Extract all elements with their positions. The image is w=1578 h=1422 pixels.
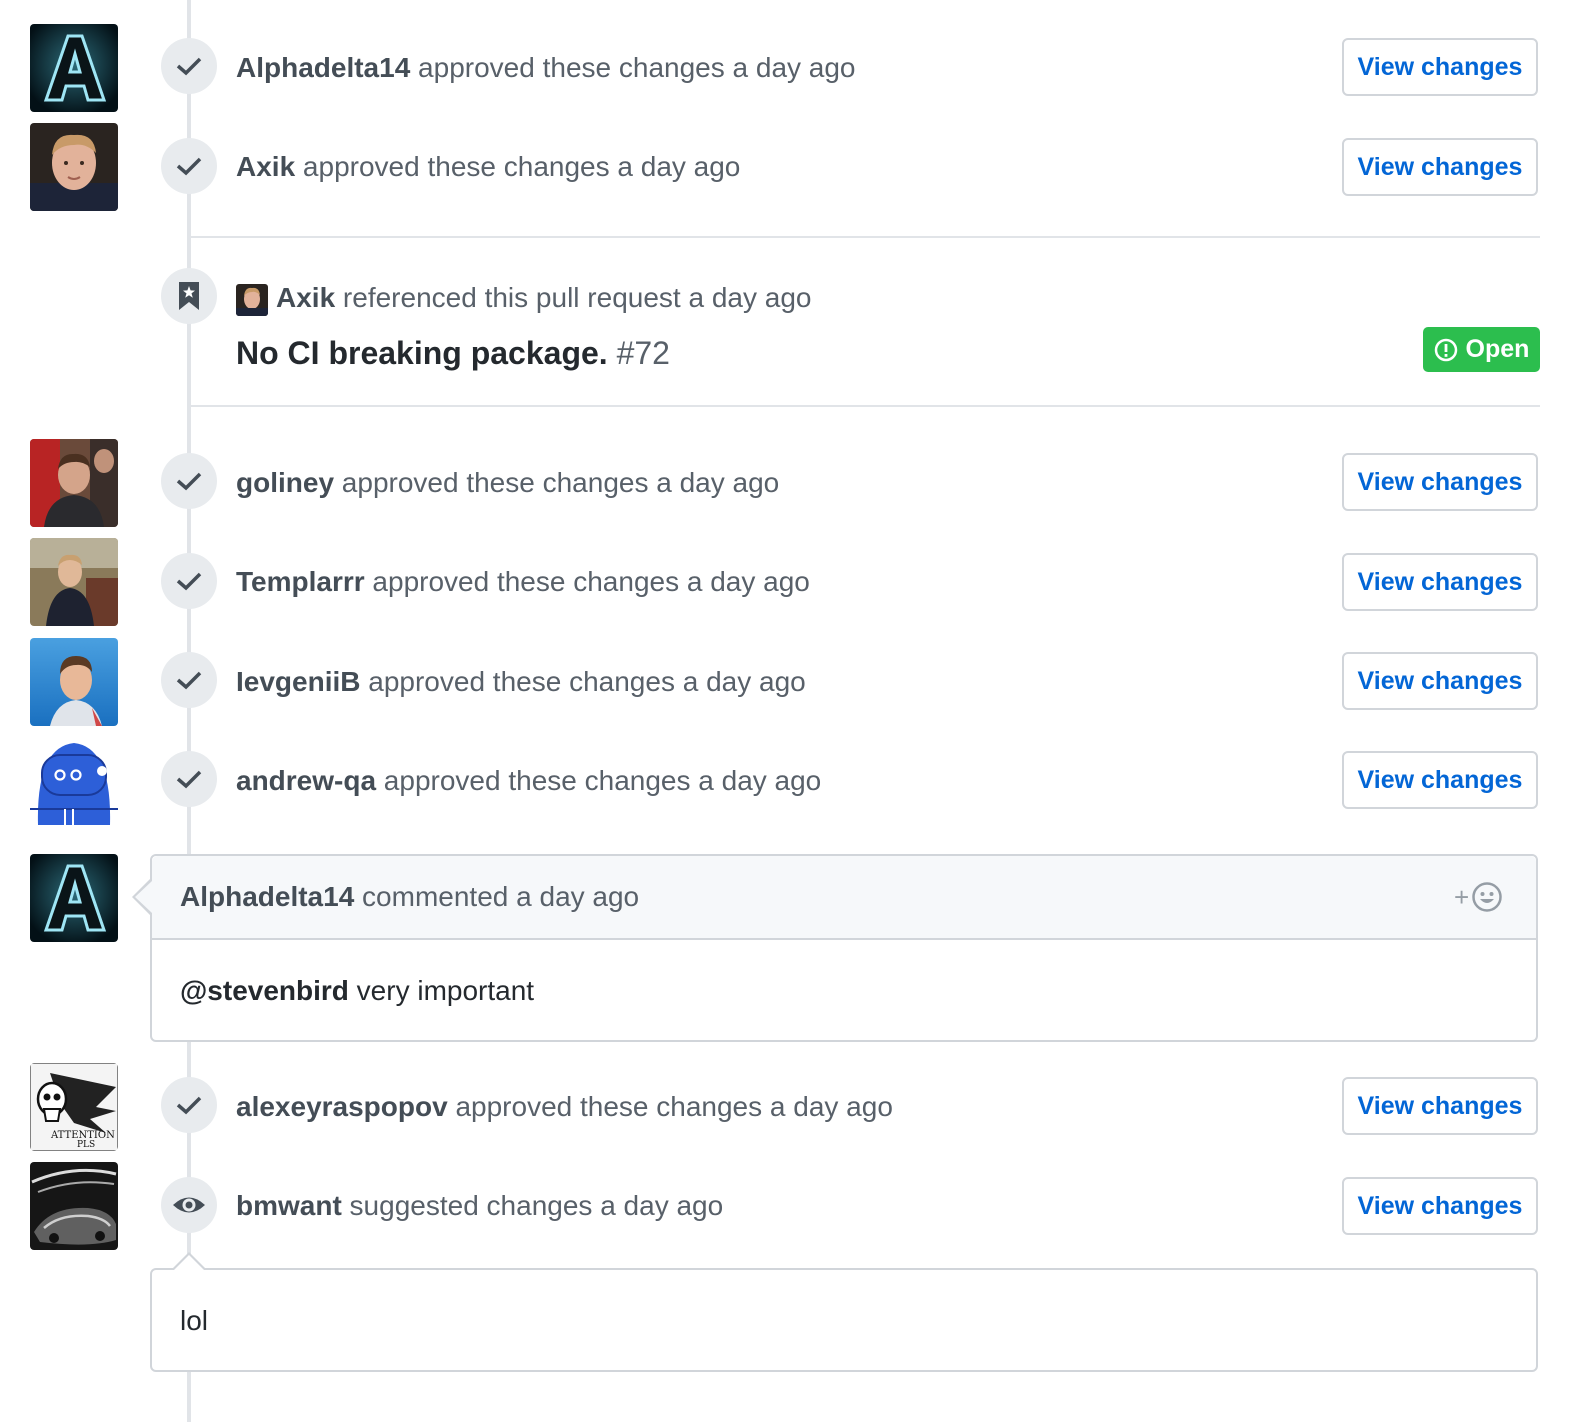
- review-action: approved these changes: [334, 467, 649, 498]
- bookmark-icon: [179, 282, 199, 310]
- review-author[interactable]: Templarrr: [236, 566, 365, 597]
- pr-state-label: Open: [1465, 335, 1530, 363]
- review-time[interactable]: a day ago: [762, 1091, 893, 1122]
- avatar-andrew-qa[interactable]: [30, 737, 118, 825]
- smiley-icon: [1472, 882, 1502, 912]
- timeline-divider: [191, 405, 1540, 407]
- review-author[interactable]: IevgeniiB: [236, 666, 360, 697]
- avatar-ievgeniib[interactable]: [30, 638, 118, 726]
- add-reaction-button[interactable]: +: [1454, 880, 1503, 914]
- review-action: approved these changes: [360, 666, 675, 697]
- review-author[interactable]: Alphadelta14: [236, 52, 410, 83]
- review-time[interactable]: a day ago: [592, 1190, 723, 1221]
- referenced-pr-title[interactable]: No CI breaking package.: [236, 335, 608, 371]
- reaction-plus: +: [1454, 881, 1470, 912]
- check-icon: [176, 472, 202, 491]
- timeline-divider: [191, 236, 1540, 238]
- review-time[interactable]: a day ago: [690, 765, 821, 796]
- timeline-line: [187, 0, 191, 854]
- view-changes-button[interactable]: View changes: [1342, 751, 1538, 809]
- avatar-goliney[interactable]: [30, 439, 118, 527]
- reference-author-avatar[interactable]: [236, 284, 268, 316]
- check-badge: [161, 652, 217, 708]
- avatar-templarrr[interactable]: [30, 538, 118, 626]
- comment-body-text: very important: [348, 975, 535, 1006]
- review-author[interactable]: andrew-qa: [236, 765, 376, 796]
- review-author[interactable]: alexeyraspopov: [236, 1091, 448, 1122]
- comment-header-text: Alphadelta14 commented a day ago: [180, 880, 639, 914]
- comment-action: commented: [354, 881, 509, 912]
- view-changes-button[interactable]: View changes: [1342, 38, 1538, 96]
- review-time[interactable]: a day ago: [610, 151, 740, 182]
- user-mention[interactable]: @stevenbird: [180, 975, 349, 1006]
- comment-time[interactable]: a day ago: [508, 881, 639, 912]
- comment-caret-fill: [135, 881, 152, 913]
- review-summary-caret-fill: [174, 1255, 204, 1270]
- comment-author[interactable]: Alphadelta14: [180, 881, 354, 912]
- review-action: suggested changes: [341, 1190, 593, 1221]
- referenced-pr-number[interactable]: #72: [608, 335, 670, 371]
- view-changes-button[interactable]: View changes: [1342, 553, 1538, 611]
- reference-time[interactable]: a day ago: [681, 282, 811, 313]
- timeline-line: [187, 1372, 191, 1422]
- reference-action: referenced this pull request: [335, 282, 681, 313]
- view-changes-button[interactable]: View changes: [1342, 138, 1538, 196]
- review-time[interactable]: a day ago: [675, 666, 806, 697]
- reference-badge: [161, 268, 217, 324]
- review-event-text: andrew-qa approved these changes a day a…: [236, 764, 821, 798]
- check-icon: [176, 770, 202, 789]
- review-event-text: IevgeniiB approved these changes a day a…: [236, 665, 806, 699]
- view-changes-button[interactable]: View changes: [1342, 652, 1538, 710]
- check-badge: [161, 1077, 217, 1133]
- referenced-pr: No CI breaking package. #72: [236, 333, 670, 373]
- review-author[interactable]: Axik: [236, 151, 295, 182]
- review-time[interactable]: a day ago: [648, 467, 779, 498]
- review-action: approved these changes: [295, 151, 610, 182]
- review-time[interactable]: a day ago: [725, 52, 856, 83]
- check-icon: [176, 1096, 202, 1115]
- review-event-text: bmwant suggested changes a day ago: [236, 1189, 723, 1223]
- review-action: approved these changes: [376, 765, 691, 796]
- avatar-alexeyraspopov[interactable]: ATTENTION PLS: [30, 1063, 118, 1151]
- check-badge: [161, 553, 217, 609]
- view-changes-button[interactable]: View changes: [1342, 1177, 1538, 1235]
- check-icon: [176, 572, 202, 591]
- check-icon: [176, 671, 202, 690]
- review-action: approved these changes: [410, 52, 725, 83]
- avatar-bmwant[interactable]: [30, 1162, 118, 1250]
- review-author[interactable]: goliney: [236, 467, 334, 498]
- check-icon: [176, 157, 202, 176]
- review-action: approved these changes: [364, 566, 680, 597]
- check-badge: [161, 38, 217, 94]
- check-badge: [161, 453, 217, 509]
- view-changes-button[interactable]: View changes: [1342, 453, 1538, 511]
- avatar-text-pls: PLS: [77, 1140, 95, 1150]
- review-time[interactable]: a day ago: [679, 566, 810, 597]
- avatar-axik[interactable]: [30, 123, 118, 211]
- check-badge: [161, 751, 217, 807]
- eye-badge: [161, 1177, 217, 1233]
- comment-header: Alphadelta14 commented a day ago +: [152, 856, 1536, 940]
- reference-author[interactable]: Axik: [276, 282, 335, 313]
- issue-opened-icon: [1434, 338, 1457, 361]
- view-changes-button[interactable]: View changes: [1342, 1077, 1538, 1135]
- review-author[interactable]: bmwant: [236, 1190, 342, 1221]
- review-action: approved these changes: [447, 1091, 763, 1122]
- check-badge: [161, 138, 217, 194]
- comment-body: @stevenbird very important: [180, 974, 534, 1008]
- review-event-text: Axik approved these changes a day ago: [236, 150, 740, 184]
- comment-box: Alphadelta14 commented a day ago + @stev…: [150, 854, 1538, 1042]
- review-event-text: alexeyraspopov approved these changes a …: [236, 1090, 893, 1124]
- pr-state-badge: Open: [1423, 327, 1540, 372]
- check-icon: [176, 57, 202, 76]
- review-event-text: Alphadelta14 approved these changes a da…: [236, 51, 856, 85]
- review-summary-box: lol: [150, 1268, 1538, 1372]
- avatar-alphadelta14[interactable]: [30, 854, 118, 942]
- review-event-text: goliney approved these changes a day ago: [236, 466, 779, 500]
- reference-event-text: Axik referenced this pull request a day …: [276, 281, 811, 315]
- eye-icon: [173, 1197, 205, 1213]
- avatar-alphadelta14[interactable]: [30, 24, 118, 112]
- review-summary-text: lol: [180, 1305, 209, 1336]
- review-event-text: Templarrr approved these changes a day a…: [236, 565, 810, 599]
